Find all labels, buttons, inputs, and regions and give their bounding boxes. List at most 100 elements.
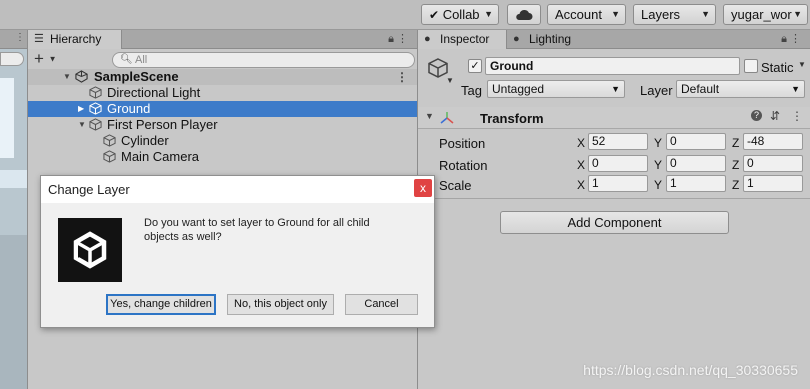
axis-z-label: Z [732, 136, 740, 150]
rotation-x-field[interactable]: 0 [588, 155, 648, 172]
cancel-button-label: Cancel [364, 298, 399, 310]
hierarchy-item[interactable]: Directional Light [28, 85, 417, 101]
transform-header[interactable]: ▼ Transform ? ⇵ ⋮ [418, 107, 810, 129]
axis-z-label: Z [732, 158, 740, 172]
no-button-label: No, this object only [234, 298, 327, 310]
tab-inspector[interactable]: ● Inspector [418, 30, 507, 49]
scale-z-field[interactable]: 1 [743, 175, 803, 192]
hierarchy-item[interactable]: ▼ First Person Player [28, 117, 417, 133]
position-y-field[interactable]: 0 [666, 133, 726, 150]
scale-y-field[interactable]: 1 [666, 175, 726, 192]
tab-lighting[interactable]: ● Lighting [507, 30, 597, 49]
cube-icon [103, 134, 116, 147]
main-toolbar: ✔ Collab ▼ Account ▼ Layers ▼ yugar_wor … [0, 0, 810, 30]
hierarchy-item-label: Main Camera [121, 149, 200, 164]
chevron-down-icon[interactable]: ▼ [798, 60, 806, 69]
static-label: Static [761, 60, 794, 75]
rotation-y-value: 0 [670, 156, 677, 170]
chevron-down-icon: ▼ [48, 54, 57, 64]
cube-icon [89, 102, 102, 115]
scene-ground [0, 235, 27, 389]
layout-dropdown[interactable]: yugar_wor ▼ [723, 4, 808, 25]
axis-y-label: Y [654, 136, 663, 150]
account-dropdown[interactable]: Account ▼ [547, 4, 626, 25]
tab-lighting-label: Lighting [529, 32, 572, 46]
position-y-value: 0 [670, 134, 677, 148]
chevron-down-icon: ▼ [793, 9, 802, 19]
menu-dots-icon[interactable]: ⋮ [396, 69, 408, 85]
watermark-text: https://blog.csdn.net/qq_30330655 [583, 362, 798, 378]
create-button[interactable]: + ▼ [34, 50, 57, 69]
menu-dots-icon[interactable]: ⋮ [791, 109, 803, 123]
layer-dropdown[interactable]: Default ▼ [676, 80, 805, 98]
rotation-z-value: 0 [747, 156, 754, 170]
hierarchy-search-input[interactable]: 🔍︎ All [112, 52, 415, 68]
hierarchy-icon: ☰ [34, 33, 44, 45]
scene-geometry [0, 78, 14, 158]
tag-label: Tag [461, 83, 482, 98]
scene-view-panel[interactable]: ⋮ [0, 30, 28, 389]
active-checkbox[interactable]: ✓ [468, 59, 482, 73]
scene-tab-area: ⋮ [0, 30, 27, 49]
position-label: Position [439, 136, 486, 151]
yes-button-label: Yes, change children [110, 298, 212, 310]
expand-arrow-icon[interactable]: ▼ [63, 69, 71, 85]
collab-label: Collab [442, 7, 480, 22]
no-this-object-only-button[interactable]: No, this object only [227, 294, 334, 315]
scale-z-value: 1 [747, 176, 754, 190]
rotation-z-field[interactable]: 0 [743, 155, 803, 172]
lock-icon[interactable]: 🔒︎ [388, 33, 397, 45]
add-component-button[interactable]: Add Component [500, 211, 729, 234]
transform-icon [440, 112, 454, 124]
inspector-tabbar: ● Inspector ● Lighting 🔒︎⋮ [418, 30, 810, 49]
hierarchy-item-label: Directional Light [107, 85, 201, 100]
position-x-field[interactable]: 52 [588, 133, 648, 150]
checkmark-icon: ✔ [429, 8, 440, 22]
scene-geometry [0, 170, 27, 188]
inspector-panel: ● Inspector ● Lighting 🔒︎⋮ ▼ ✓ Ground St… [418, 30, 810, 389]
menu-dots-icon[interactable]: ⋮ [397, 33, 411, 45]
unity-scene-icon [75, 70, 88, 83]
chevron-down-icon: ▼ [791, 84, 800, 94]
hierarchy-item[interactable]: Cylinder [28, 133, 417, 149]
tab-hierarchy[interactable]: ☰ Hierarchy [28, 30, 122, 49]
hierarchy-toolbar: + ▼ 🔍︎ All [28, 49, 417, 71]
cancel-button[interactable]: Cancel [345, 294, 418, 315]
scene-search-field[interactable] [0, 52, 24, 66]
expand-arrow-icon[interactable]: ▼ [425, 111, 434, 121]
position-z-field[interactable]: -48 [743, 133, 803, 150]
scale-y-value: 1 [670, 176, 677, 190]
close-button[interactable]: x [414, 179, 432, 197]
menu-dots-icon[interactable]: ⋮ [790, 33, 804, 45]
collab-button[interactable]: ✔ Collab ▼ [421, 4, 499, 25]
rotation-y-field[interactable]: 0 [666, 155, 726, 172]
static-checkbox[interactable] [744, 59, 758, 73]
hierarchy-item-selected[interactable]: ▶ Ground [28, 101, 417, 117]
chevron-down-icon: ▼ [484, 9, 493, 19]
expand-arrow-icon[interactable]: ▼ [78, 117, 86, 133]
scene-name: SampleScene [94, 69, 179, 84]
settings-sliders-icon[interactable]: ⇵ [770, 109, 780, 123]
scale-x-field[interactable]: 1 [588, 175, 648, 192]
help-icon[interactable]: ? [751, 110, 762, 121]
tab-hierarchy-label: Hierarchy [50, 32, 102, 46]
position-z-value: -48 [747, 134, 765, 148]
scene-row[interactable]: ▼ SampleScene ⋮ [28, 69, 417, 85]
layers-label: Layers [641, 7, 681, 22]
expand-arrow-icon[interactable]: ▶ [78, 101, 84, 117]
tag-dropdown[interactable]: Untagged ▼ [487, 80, 625, 98]
dialog-title: Change Layer [48, 182, 130, 197]
hierarchy-item[interactable]: Main Camera [28, 149, 417, 165]
layers-dropdown[interactable]: Layers ▼ [633, 4, 716, 25]
tag-value: Untagged [492, 82, 545, 96]
lighting-icon: ● [513, 33, 520, 45]
cloud-button[interactable] [507, 4, 541, 25]
lock-icon[interactable]: 🔒︎ [781, 33, 790, 45]
chevron-down-icon[interactable]: ▼ [446, 76, 454, 85]
dialog-titlebar: Change Layer x [41, 176, 434, 203]
chevron-down-icon: ▼ [701, 9, 710, 19]
yes-change-children-button[interactable]: Yes, change children [106, 294, 216, 315]
axis-x-label: X [577, 136, 586, 150]
object-name-field[interactable]: Ground [485, 57, 740, 75]
tab-inspector-label: Inspector [440, 32, 490, 46]
